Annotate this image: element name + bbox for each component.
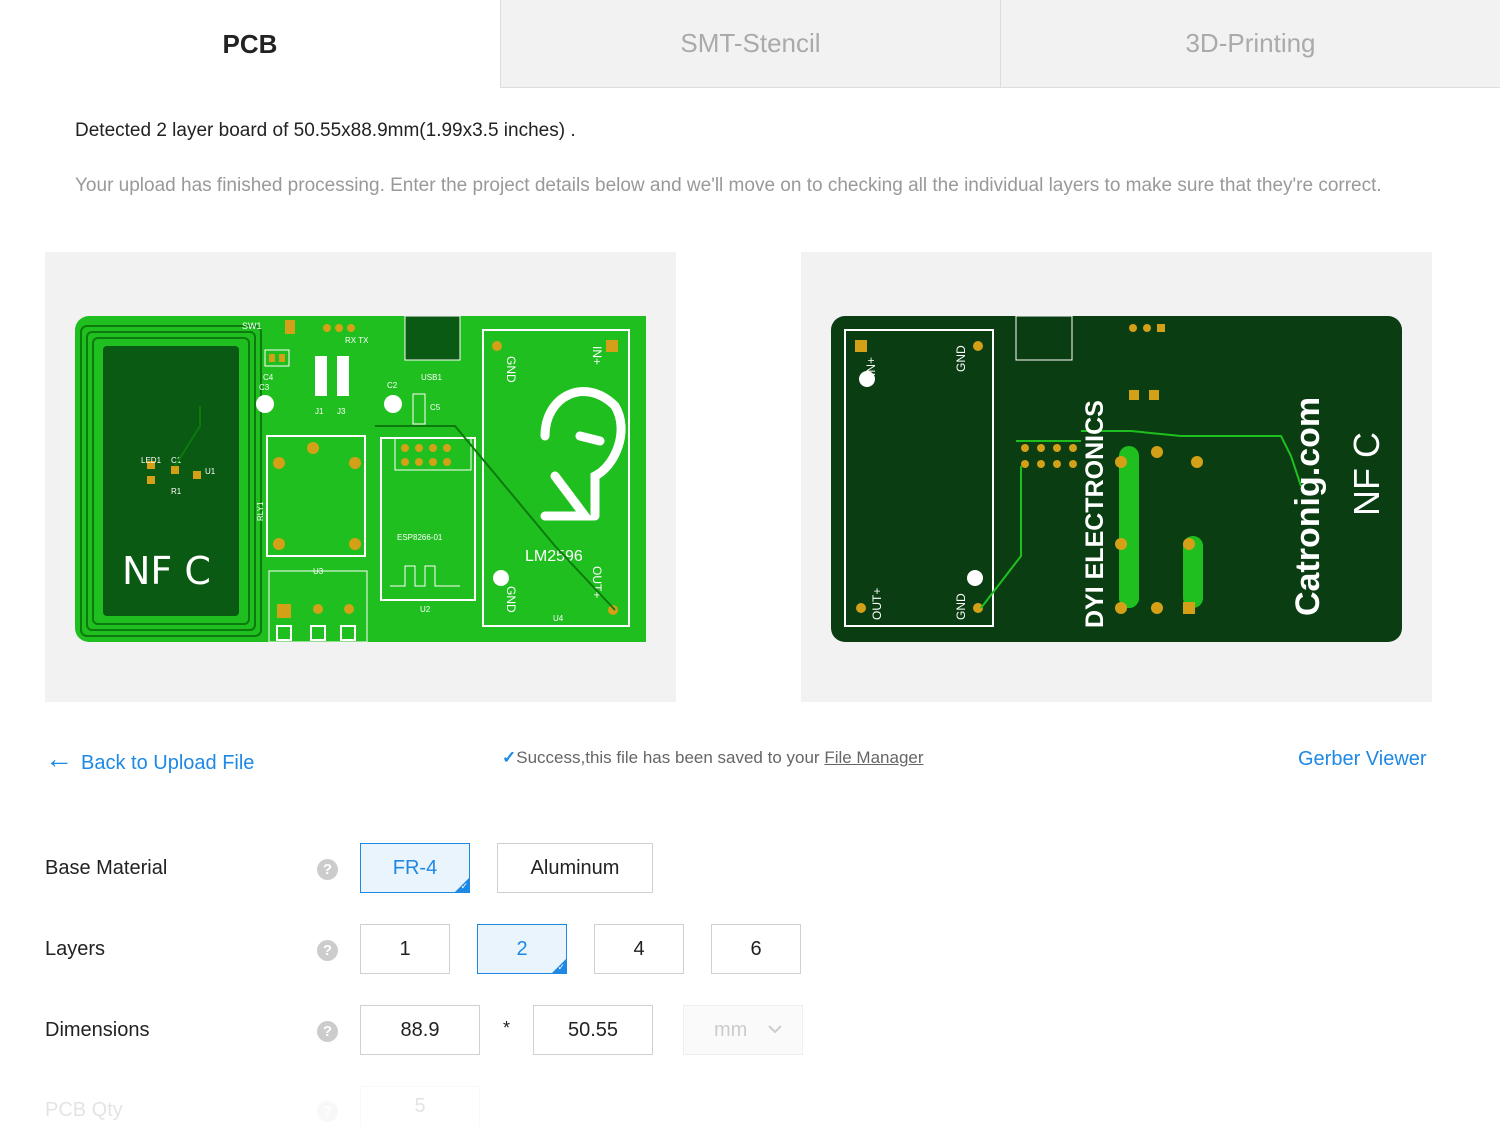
brand-silkscreen: DYI ELECTRONICS	[1081, 400, 1109, 628]
pcb-qty-select[interactable]: 5	[360, 1086, 480, 1126]
esp-label: ESP8266-01	[397, 533, 443, 542]
r1-label: R1	[171, 487, 182, 496]
selected-check-icon: ✓	[460, 881, 468, 891]
nfc-silkscreen: NF C	[122, 549, 211, 593]
option-fr4[interactable]: FR-4 ✓	[360, 843, 470, 893]
base-material-label: Base Material	[45, 857, 168, 879]
base-material-help-icon[interactable]: ?	[317, 859, 338, 880]
dimensions-label: Dimensions	[45, 1019, 150, 1041]
bottom-gnd-label: GND	[954, 345, 968, 372]
lm-out-label: OUT+	[590, 566, 604, 598]
bottom-gnd2-label: GND	[954, 593, 968, 620]
dimension-unit-select[interactable]: mm	[683, 1005, 803, 1055]
tab-3d-printing[interactable]: 3D-Printing	[1000, 0, 1500, 88]
back-to-upload-link[interactable]: ← Back to Upload File	[45, 743, 255, 775]
c4-label: C4	[263, 373, 274, 382]
u3-label: U3	[313, 567, 324, 576]
c5-label: C5	[430, 403, 441, 412]
c3-label: C3	[259, 383, 270, 392]
success-text: Success,this file has been saved to your	[516, 748, 825, 767]
arrow-left-icon: ←	[45, 742, 73, 774]
tab-pcb[interactable]: PCB	[0, 0, 500, 88]
j3-label: J3	[337, 407, 346, 416]
pcb-qty-label: PCB Qty	[45, 1099, 123, 1121]
lm-gnd2-label: GND	[504, 586, 518, 613]
dimensions-help-icon[interactable]: ?	[317, 1021, 338, 1042]
dimension-width-input[interactable]: 88.9	[360, 1005, 480, 1055]
tab-smt-stencil[interactable]: SMT-Stencil	[500, 0, 1000, 88]
pcb-bottom-image: IN+ GND OUT+ GND DYI ELECTRONICS Catroni…	[831, 316, 1402, 642]
pcb-qty-value: 5	[414, 1095, 426, 1117]
pcb-top-image: NF C LED1 C1 R1 U1 SW1 RX TX C4 C3 J1 J3…	[75, 316, 646, 642]
layers-help-icon[interactable]: ?	[317, 940, 338, 961]
gerber-viewer-link[interactable]: Gerber Viewer	[1298, 748, 1427, 771]
save-success-message: ✓Success,this file has been saved to you…	[502, 748, 924, 768]
c2-label: C2	[387, 381, 398, 390]
bottom-nfc-silkscreen: NF C	[1346, 432, 1387, 516]
layers-option-1[interactable]: 1	[360, 924, 450, 974]
site-silkscreen: Catronig.com	[1289, 397, 1327, 616]
lm-gnd-label: GND	[504, 356, 518, 383]
layers-option-2[interactable]: 2 ✓	[477, 924, 567, 974]
lm-label: LM2596	[525, 548, 583, 565]
u2-label: U2	[420, 605, 431, 614]
chevron-down-icon	[768, 1025, 782, 1034]
file-manager-link[interactable]: File Manager	[824, 748, 923, 767]
layers-label: Layers	[45, 938, 106, 960]
checkmark-icon: ✓	[502, 748, 517, 767]
usb-label: USB1	[421, 373, 442, 382]
led-label: LED1	[141, 456, 162, 465]
product-tabs: PCB SMT-Stencil 3D-Printing	[0, 0, 1500, 90]
selected-check-icon: ✓	[557, 962, 565, 972]
pcb-bottom-preview: IN+ GND OUT+ GND DYI ELECTRONICS Catroni…	[801, 252, 1432, 702]
rxtx-label: RX TX	[345, 336, 369, 345]
layers-option-4[interactable]: 4	[594, 924, 684, 974]
u1-label: U1	[205, 467, 216, 476]
layers-option-2-label: 2	[516, 937, 528, 960]
lm-in-label: IN+	[590, 346, 604, 365]
detected-board-info: Detected 2 layer board of 50.55x88.9mm(1…	[75, 120, 576, 141]
layers-option-6[interactable]: 6	[711, 924, 801, 974]
option-fr4-label: FR-4	[392, 856, 438, 879]
dimension-unit-value: mm	[714, 1018, 748, 1041]
u4-label: U4	[553, 614, 564, 623]
bottom-out-label: OUT+	[870, 588, 884, 620]
pcb-qty-help-icon[interactable]: ?	[317, 1101, 338, 1122]
processing-description: Your upload has finished processing. Ent…	[75, 175, 1382, 196]
relay-label: RLY1	[256, 501, 265, 521]
sw-label: SW1	[242, 321, 262, 331]
j1-label: J1	[315, 407, 324, 416]
dimension-separator: *	[503, 1018, 511, 1038]
back-to-upload-label: Back to Upload File	[81, 752, 255, 774]
option-aluminum[interactable]: Aluminum	[497, 843, 653, 893]
dimension-height-input[interactable]: 50.55	[533, 1005, 653, 1055]
pcb-top-preview: NF C LED1 C1 R1 U1 SW1 RX TX C4 C3 J1 J3…	[45, 252, 676, 702]
